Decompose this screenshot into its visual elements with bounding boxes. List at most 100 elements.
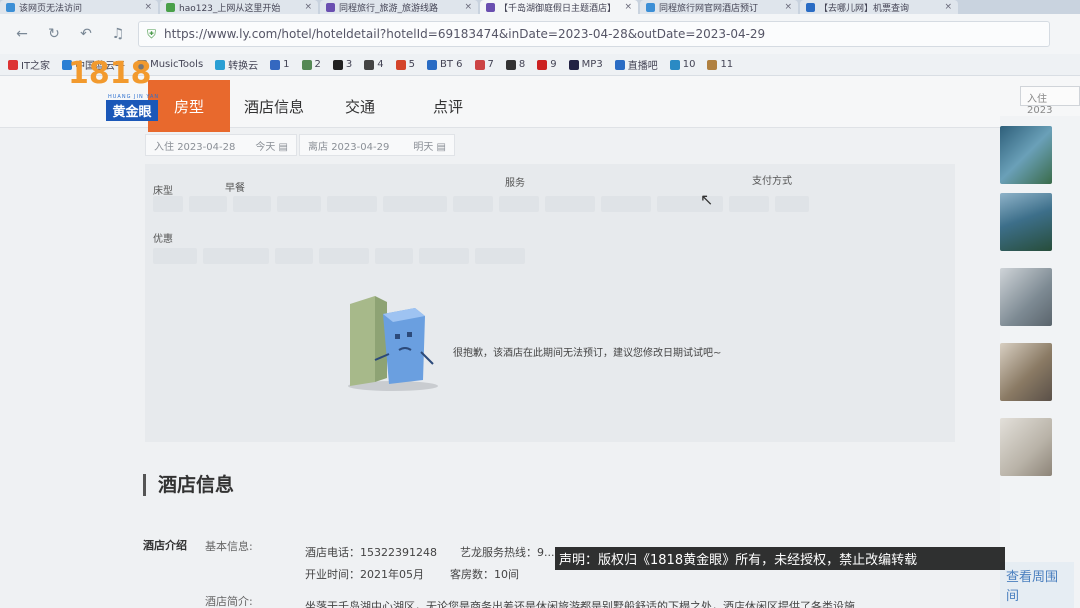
hotel-intro-label: 酒店介绍 <box>143 539 187 552</box>
filter-chip[interactable] <box>601 196 651 212</box>
bookmark-label: 转换云 <box>228 61 259 72</box>
date-picker-bar: 入住 2023-04-28 今天 ▤ 离店 2023-04-29 明天 ▤ <box>145 134 457 156</box>
filter-chip[interactable] <box>453 196 493 212</box>
url-field[interactable]: ⛨ https://www.ly.com/hotel/hoteldetail?h… <box>138 21 1050 47</box>
bookmark-item[interactable]: BT 6 <box>427 59 463 70</box>
bookmark-label: 8 <box>518 59 526 70</box>
hotel-photo-thumb[interactable] <box>1000 126 1052 184</box>
filter-chip[interactable] <box>233 196 271 212</box>
browser-tab[interactable]: 该网页无法访问 × <box>0 0 158 14</box>
bookmark-item[interactable]: 4 <box>364 59 384 70</box>
filter-chip[interactable] <box>475 248 525 264</box>
empty-state-illustration <box>348 296 438 391</box>
bookmark-item[interactable]: 10 <box>669 59 695 70</box>
close-icon[interactable]: × <box>464 2 472 12</box>
hotel-photo-thumb[interactable] <box>1000 193 1052 251</box>
bookmark-item[interactable]: 9 <box>537 59 557 70</box>
bookmark-favicon-icon <box>669 59 680 70</box>
filter-chip[interactable] <box>419 248 469 264</box>
tab-title: 该网页无法访问 <box>19 3 83 14</box>
bookmark-item[interactable]: 8 <box>505 59 526 70</box>
filter-chip[interactable] <box>203 248 269 264</box>
back-icon[interactable]: ← <box>12 26 32 42</box>
filter-chip[interactable] <box>275 248 313 264</box>
view-nearby-link[interactable]: 查看周围间 <box>1000 562 1074 608</box>
tab-favicon-icon <box>326 2 335 12</box>
hotel-photo-thumb[interactable] <box>1000 343 1052 401</box>
bookmark-item[interactable]: 直播吧 <box>614 57 658 72</box>
bookmark-item[interactable]: 5 <box>395 59 415 70</box>
filter-chip[interactable] <box>153 248 197 264</box>
page-nav-strip: 房型 酒店信息 交通 点评 入住 2023 <box>0 76 1080 132</box>
filter-chip[interactable] <box>499 196 539 212</box>
bookmark-item[interactable]: MP3 <box>568 59 603 70</box>
bookmark-favicon-icon <box>364 59 375 70</box>
filter-chip[interactable] <box>327 196 377 212</box>
filter-chip[interactable] <box>383 196 447 212</box>
filter-label-breakfast: 早餐 <box>225 183 245 194</box>
bookmark-item[interactable]: 转换云 <box>215 57 258 72</box>
filter-chips-row-1 <box>153 196 815 212</box>
browser-tab[interactable]: 同程旅行_旅游_旅游线路 × <box>320 0 478 14</box>
undo-icon[interactable]: ↶ <box>76 26 96 42</box>
bookmark-favicon-icon <box>474 59 485 70</box>
broadcaster-logo: 1818 HUANG JIN YAN 黄金眼 <box>62 56 162 126</box>
bookmark-favicon-icon <box>505 59 516 70</box>
browser-tab[interactable]: 同程旅行网官网酒店预订 × <box>640 0 798 14</box>
filter-chips-row-2 <box>153 248 531 264</box>
elong-hotline: 艺龙服务热线：9... <box>460 546 555 559</box>
filter-chip[interactable] <box>729 196 769 212</box>
bell-icon[interactable]: ♫ <box>108 26 128 42</box>
tab-traffic[interactable]: 交通 <box>330 80 390 132</box>
filter-chip[interactable] <box>277 196 321 212</box>
filter-label-discount: 优惠 <box>153 234 173 245</box>
tab-favicon-icon <box>166 2 175 12</box>
filter-chip[interactable] <box>319 248 369 264</box>
room-count: 客房数：10间 <box>450 568 519 581</box>
filter-label-payment: 支付方式 <box>752 176 792 187</box>
shield-icon: ⛨ <box>147 26 157 41</box>
checkin-date-field[interactable]: 入住 2023-04-28 今天 ▤ <box>145 134 297 156</box>
hotel-photo-thumb[interactable] <box>1000 418 1052 476</box>
bookmark-item[interactable]: 3 <box>332 59 352 70</box>
filter-chip[interactable] <box>189 196 227 212</box>
close-icon[interactable]: × <box>144 2 152 12</box>
refresh-icon[interactable]: ↻ <box>44 26 64 42</box>
checkin-search-input[interactable]: 入住 2023 <box>1020 86 1080 116</box>
bookmark-item[interactable]: IT之家 <box>8 57 50 72</box>
bookmark-favicon-icon <box>614 59 625 70</box>
bookmark-favicon-icon <box>395 59 406 70</box>
bookmark-label: 直播吧 <box>627 61 658 72</box>
tab-hotel-info[interactable]: 酒店信息 <box>240 80 308 132</box>
tab-title: 同程旅行_旅游_旅游线路 <box>339 3 439 14</box>
bookmark-item[interactable]: 2 <box>301 59 321 70</box>
brief-label: 酒店简介: <box>205 595 253 608</box>
close-icon[interactable]: × <box>944 2 952 12</box>
tab-favicon-icon <box>486 2 495 12</box>
bookmark-label: 9 <box>550 59 557 70</box>
bookmark-label: BT 6 <box>440 59 463 70</box>
bookmark-item[interactable]: 11 <box>707 59 733 70</box>
filter-chip[interactable] <box>375 248 413 264</box>
tab-reviews[interactable]: 点评 <box>418 80 478 132</box>
hotel-info-section-title: 酒店信息 <box>143 474 234 496</box>
bookmark-label: 1 <box>283 59 290 70</box>
filter-label-services: 服务 <box>505 178 525 189</box>
bookmark-item[interactable]: 1 <box>270 59 290 70</box>
close-icon[interactable]: × <box>304 2 312 12</box>
hotel-photo-thumb[interactable] <box>1000 268 1052 326</box>
filter-chip[interactable] <box>153 196 183 212</box>
browser-tab[interactable]: 【去哪儿网】机票查询 × <box>800 0 958 14</box>
checkout-date-field[interactable]: 离店 2023-04-29 明天 ▤ <box>299 134 455 156</box>
close-icon[interactable]: × <box>624 2 632 12</box>
bookmark-label: 2 <box>314 59 321 70</box>
browser-tab[interactable]: hao123_上网从这里开始 × <box>160 0 318 14</box>
filter-chip[interactable] <box>775 196 809 212</box>
logo-digits: 1818 <box>68 56 152 91</box>
browser-tab[interactable]: 【千岛湖御庭假日主题酒店】 × <box>480 0 638 14</box>
bookmark-item[interactable]: 7 <box>474 59 494 70</box>
close-icon[interactable]: × <box>784 2 792 12</box>
tab-favicon-icon <box>646 2 655 12</box>
filter-chip[interactable] <box>545 196 595 212</box>
bookmark-favicon-icon <box>301 59 312 70</box>
